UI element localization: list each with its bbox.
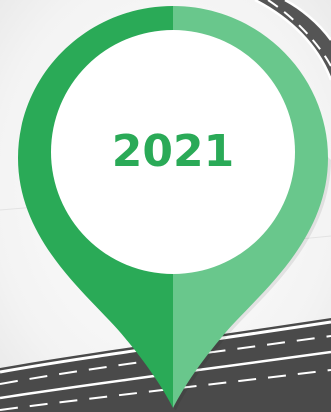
timeline-marker-graphic: 2021 bbox=[0, 0, 331, 412]
year-label: 2021 bbox=[111, 126, 235, 177]
road-and-pin-illustration bbox=[0, 0, 331, 412]
